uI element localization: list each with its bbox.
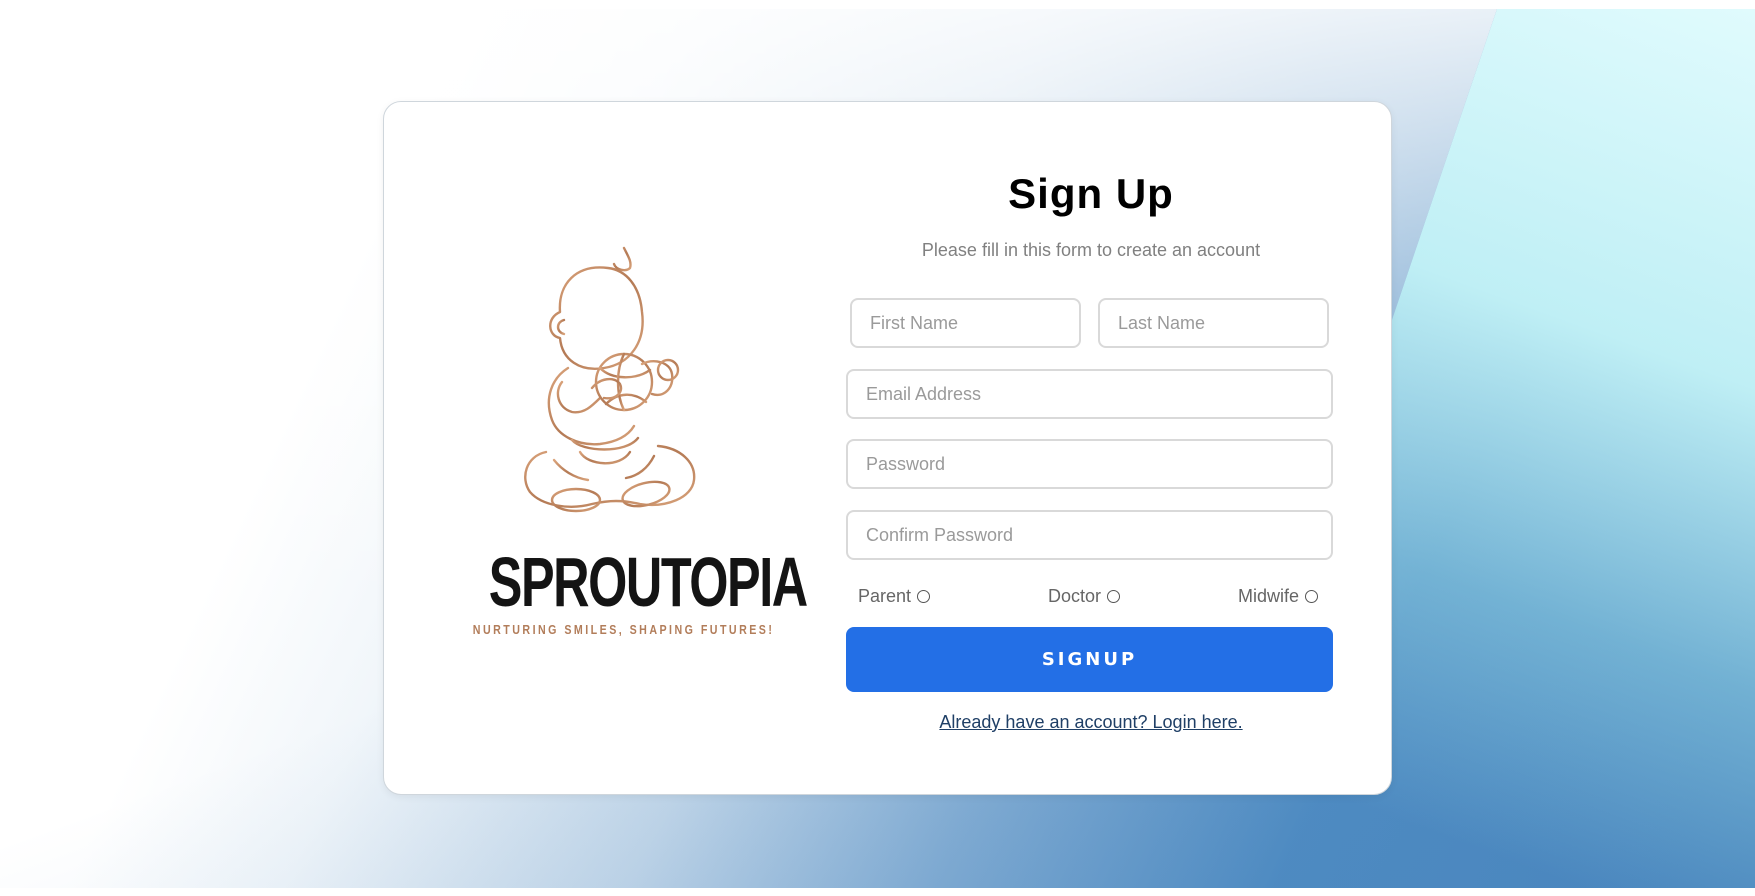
radio-button[interactable] [917,589,931,603]
page-title: Sign Up [1008,170,1174,217]
signup-form: Sign Up Please fill in this form to crea… [846,102,1336,792]
role-option-doctor[interactable]: Doctor [1048,584,1121,608]
role-option-parent[interactable]: Parent [858,584,931,608]
radio-button[interactable] [1305,589,1319,603]
signup-button[interactable]: SIGNUP [846,627,1333,692]
baby-with-ball-icon [524,246,696,513]
form-subtitle: Please fill in this form to create an ac… [921,240,1261,260]
role-option-midwife[interactable]: Midwife [1238,584,1319,608]
login-link[interactable]: Already have an account? Login here. [846,712,1336,733]
password-field[interactable] [846,439,1333,489]
brand-tagline: NURTURING SMILES, SHAPING FUTURES! [472,622,775,637]
brand-logo: SPROUTOPIA NURTURING SMILES, SHAPING FUT… [444,242,808,642]
signup-card: SPROUTOPIA NURTURING SMILES, SHAPING FUT… [383,101,1392,795]
last-name-field[interactable] [1098,298,1329,348]
role-label: Parent [858,585,912,606]
role-label: Midwife [1238,585,1300,606]
radio-button[interactable] [1107,589,1121,603]
confirm-password-field[interactable] [846,510,1333,560]
brand-name: SPROUTOPIA [488,543,808,621]
role-label: Doctor [1048,585,1102,606]
first-name-field[interactable] [850,298,1081,348]
email-field[interactable] [846,369,1333,419]
